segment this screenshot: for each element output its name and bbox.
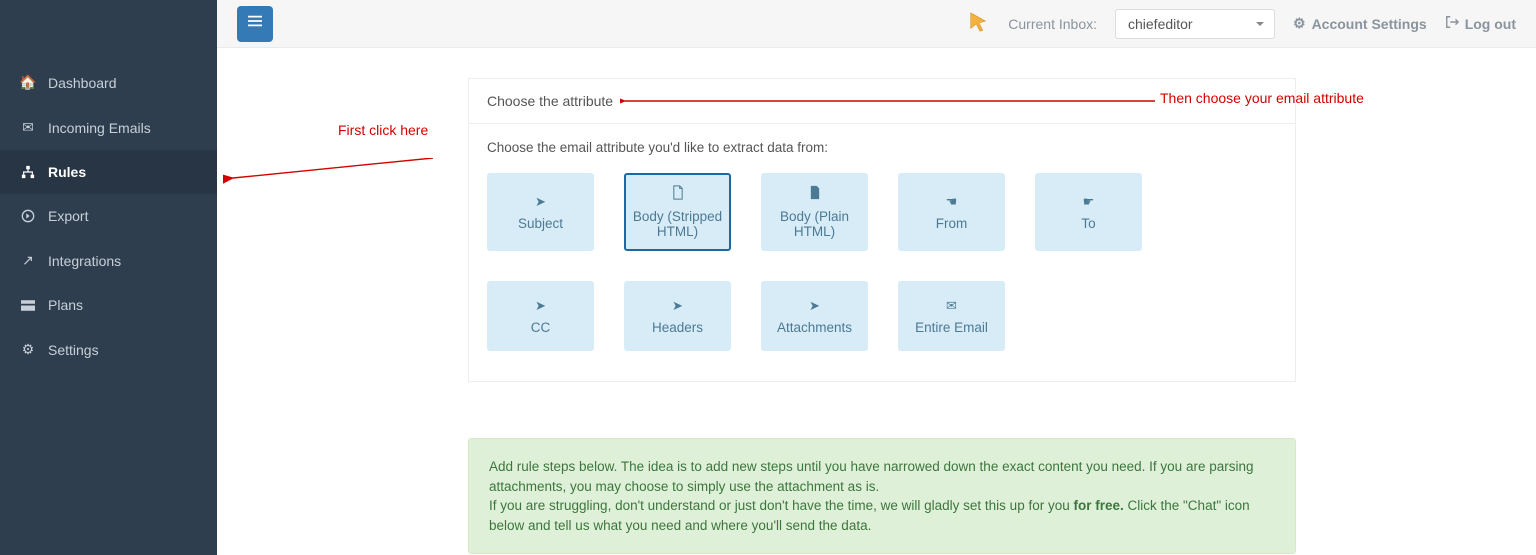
tile-label: Headers xyxy=(652,320,703,335)
sidebar-item-settings[interactable]: ⚙ Settings xyxy=(0,327,217,372)
info-line2-bold: for free. xyxy=(1073,498,1123,513)
sidebar-item-label: Settings xyxy=(48,342,99,358)
attribute-panel: Choose the attribute Choose the email at… xyxy=(468,78,1296,382)
info-line2-pre: If you are struggling, don't understand … xyxy=(489,498,1073,513)
tile-body-stripped-html[interactable]: Body (Stripped HTML) xyxy=(624,173,731,251)
sidebar-item-label: Plans xyxy=(48,297,83,313)
tile-attachments[interactable]: ➤ Attachments xyxy=(761,281,868,351)
tile-body-plain-html[interactable]: Body (Plain HTML) xyxy=(761,173,868,251)
tile-label: CC xyxy=(531,320,551,335)
hand-left-icon: ☚ xyxy=(946,194,958,210)
tile-to[interactable]: ☛ To xyxy=(1035,173,1142,251)
file-icon xyxy=(672,185,684,203)
annotation-arrow-1 xyxy=(223,158,443,188)
gear-icon: ⚙ xyxy=(20,341,36,358)
annotation-then-choose: Then choose your email attribute xyxy=(1160,90,1364,106)
pointer-icon: ➤ xyxy=(535,298,546,314)
pointer-icon: ➤ xyxy=(809,298,820,314)
sidebar-item-plans[interactable]: Plans xyxy=(0,283,217,327)
inbox-select[interactable]: chiefeditor xyxy=(1115,9,1275,39)
envelope-icon: ✉ xyxy=(946,298,957,314)
tile-label: Attachments xyxy=(777,320,852,335)
logout-icon xyxy=(1445,15,1459,32)
tile-label: Body (Stripped HTML) xyxy=(632,209,723,239)
sidebar-item-label: Dashboard xyxy=(48,75,117,91)
gear-icon: ⚙ xyxy=(1293,15,1306,32)
tile-label: Entire Email xyxy=(915,320,988,335)
logout-link[interactable]: Log out xyxy=(1445,15,1516,32)
menu-icon xyxy=(248,14,262,33)
tile-headers[interactable]: ➤ Headers xyxy=(624,281,731,351)
cursor-icon xyxy=(968,11,990,36)
pointer-icon: ➤ xyxy=(535,194,546,210)
tile-label: To xyxy=(1081,216,1095,231)
sidebar-item-export[interactable]: Export xyxy=(0,194,217,238)
sidebar-item-label: Export xyxy=(48,208,88,224)
mail-icon: ✉ xyxy=(20,119,36,136)
current-inbox-label: Current Inbox: xyxy=(1008,16,1097,32)
export-icon xyxy=(20,209,36,223)
info-box: Add rule steps below. The idea is to add… xyxy=(468,438,1296,554)
tile-cc[interactable]: ➤ CC xyxy=(487,281,594,351)
file-icon xyxy=(809,185,821,203)
share-icon: ↗ xyxy=(20,252,36,269)
tile-row: ➤ Subject Body (Stripped HTML) Body (Pla… xyxy=(487,173,1277,351)
sidebar-item-label: Integrations xyxy=(48,253,121,269)
pointer-icon: ➤ xyxy=(672,298,683,314)
topbar: Current Inbox: chiefeditor ⚙ Account Set… xyxy=(217,0,1536,48)
sidebar: 🏠 Dashboard ✉ Incoming Emails Rules Expo… xyxy=(0,0,217,555)
tile-label: Subject xyxy=(518,216,563,231)
home-icon: 🏠 xyxy=(20,74,36,91)
tile-label: Body (Plain HTML) xyxy=(768,209,861,239)
logout-label: Log out xyxy=(1465,16,1516,32)
sidebar-item-integrations[interactable]: ↗ Integrations xyxy=(0,238,217,283)
credit-card-icon xyxy=(20,300,36,311)
sidebar-item-label: Rules xyxy=(48,164,86,180)
sitemap-icon xyxy=(20,165,36,179)
panel-subtext: Choose the email attribute you'd like to… xyxy=(487,140,1277,155)
tile-entire-email[interactable]: ✉ Entire Email xyxy=(898,281,1005,351)
inbox-select-value: chiefeditor xyxy=(1128,16,1193,32)
info-line1: Add rule steps below. The idea is to add… xyxy=(489,459,1253,494)
account-settings-link[interactable]: ⚙ Account Settings xyxy=(1293,15,1427,32)
tile-label: From xyxy=(936,216,968,231)
sidebar-item-rules[interactable]: Rules xyxy=(0,150,217,194)
sidebar-item-incoming-emails[interactable]: ✉ Incoming Emails xyxy=(0,105,217,150)
account-settings-label: Account Settings xyxy=(1312,16,1427,32)
hand-right-icon: ☛ xyxy=(1083,194,1095,210)
sidebar-toggle-button[interactable] xyxy=(237,6,273,42)
sidebar-item-dashboard[interactable]: 🏠 Dashboard xyxy=(0,60,217,105)
tile-from[interactable]: ☚ From xyxy=(898,173,1005,251)
annotation-first-click: First click here xyxy=(338,122,428,138)
sidebar-item-label: Incoming Emails xyxy=(48,120,151,136)
tile-subject[interactable]: ➤ Subject xyxy=(487,173,594,251)
